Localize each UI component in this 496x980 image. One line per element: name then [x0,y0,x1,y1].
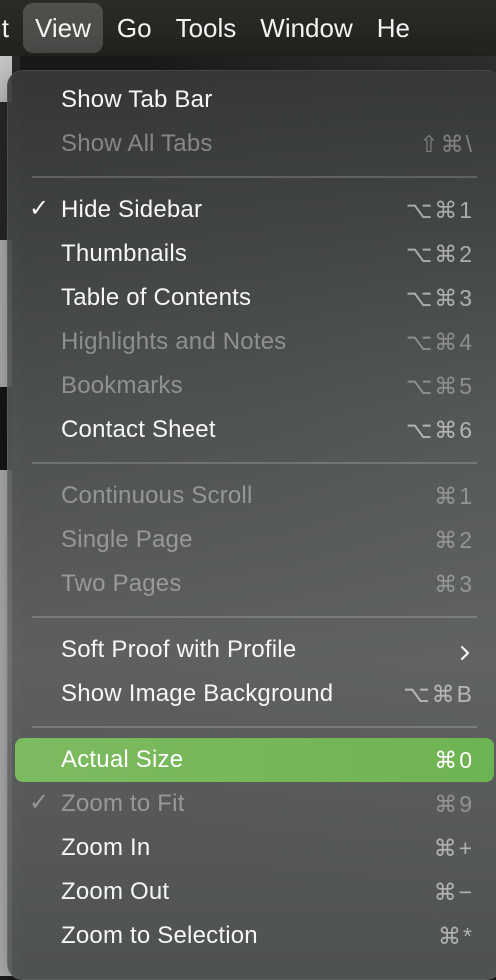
keyboard-shortcut: ⌘3 [434,570,474,597]
menu-item-label: Two Pages [61,570,182,597]
menu-item-single-page: Single Page ⌘2 [15,518,494,562]
menu-item-actual-size[interactable]: Actual Size ⌘0 [15,738,494,782]
menu-item-label: Contact Sheet [61,416,216,443]
chevron-right-icon [456,641,474,661]
keyboard-shortcut: ⌥⌘2 [405,240,474,267]
menu-item-table-of-contents[interactable]: Table of Contents ⌥⌘3 [15,276,494,320]
menu-item-label: Show All Tabs [61,130,213,157]
keyboard-shortcut: ⌥⌘B [403,680,474,707]
menu-separator [7,606,496,628]
keyboard-shortcut: ⌘1 [434,482,474,509]
menu-item-contact-sheet[interactable]: Contact Sheet ⌥⌘6 [15,408,494,452]
menu-item-zoom-to-fit: ✓ Zoom to Fit ⌘9 [15,782,494,826]
menu-item-zoom-in[interactable]: Zoom In ⌘+ [15,826,494,870]
menu-separator [7,452,496,474]
keyboard-shortcut: ⌥⌘6 [405,416,474,443]
menubar-item-edit[interactable]: it [0,3,21,53]
menu-item-show-all-tabs: Show All Tabs ⇧⌘\ [15,122,494,166]
keyboard-shortcut: ⌘0 [434,746,474,773]
menu-item-label: Zoom Out [61,878,170,905]
menu-item-continuous-scroll: Continuous Scroll ⌘1 [15,474,494,518]
menu-item-label: Hide Sidebar [61,196,203,223]
menu-item-label: Actual Size [61,746,184,773]
menu-item-label: Single Page [61,526,193,553]
menu-item-soft-proof-with-profile[interactable]: Soft Proof with Profile [15,628,494,672]
menu-item-zoom-out[interactable]: Zoom Out ⌘− [15,870,494,914]
keyboard-shortcut: ⌥⌘3 [405,284,474,311]
checkmark-icon: ✓ [29,195,50,222]
menu-item-label: Zoom to Fit [61,790,185,817]
menu-item-highlights-and-notes: Highlights and Notes ⌥⌘4 [15,320,494,364]
menubar-item-window[interactable]: Window [248,3,364,53]
menu-item-label: Bookmarks [61,372,183,399]
menu-item-label: Continuous Scroll [61,482,253,509]
menu-separator [7,716,496,738]
menu-item-label: Show Tab Bar [61,86,213,113]
keyboard-shortcut: ⌥⌘4 [405,328,474,355]
keyboard-shortcut: ⌘9 [434,790,474,817]
menu-item-label: Thumbnails [61,240,188,267]
menu-bar: it View Go Tools Window He [0,0,496,56]
keyboard-shortcut: ⌘+ [433,834,474,861]
menu-item-bookmarks: Bookmarks ⌥⌘5 [15,364,494,408]
menu-item-label: Zoom In [61,834,151,861]
keyboard-shortcut: ⌥⌘1 [405,196,474,223]
keyboard-shortcut: ⌘* [438,922,474,949]
keyboard-shortcut: ⌘− [433,878,474,905]
menubar-item-go[interactable]: Go [105,3,164,53]
menu-item-hide-sidebar[interactable]: ✓ Hide Sidebar ⌥⌘1 [15,188,494,232]
menubar-item-view[interactable]: View [23,3,103,53]
view-menu-dropdown: Show Tab Bar Show All Tabs ⇧⌘\ ✓ Hide Sideba… [7,70,496,980]
menu-item-zoom-to-selection[interactable]: Zoom to Selection ⌘* [15,914,494,958]
menubar-item-help[interactable]: He [365,3,422,53]
menu-item-show-image-background[interactable]: Show Image Background ⌥⌘B [15,672,494,716]
menu-item-label: Highlights and Notes [61,328,287,355]
menu-item-label: Show Image Background [61,680,334,707]
keyboard-shortcut: ⌥⌘5 [405,372,474,399]
menu-separator [7,166,496,188]
menu-items-container: Show Tab Bar Show All Tabs ⇧⌘\ ✓ Hide Sideba… [7,70,496,958]
keyboard-shortcut: ⌘2 [434,526,474,553]
menu-item-two-pages: Two Pages ⌘3 [15,562,494,606]
keyboard-shortcut: ⇧⌘\ [419,130,474,157]
menu-item-label: Soft Proof with Profile [61,636,297,663]
checkmark-icon: ✓ [29,789,50,816]
menu-item-show-tab-bar[interactable]: Show Tab Bar [15,78,494,122]
menubar-item-tools[interactable]: Tools [164,3,249,53]
menu-item-thumbnails[interactable]: Thumbnails ⌥⌘2 [15,232,494,276]
menu-item-label: Table of Contents [61,284,252,311]
menu-item-label: Zoom to Selection [61,922,258,949]
